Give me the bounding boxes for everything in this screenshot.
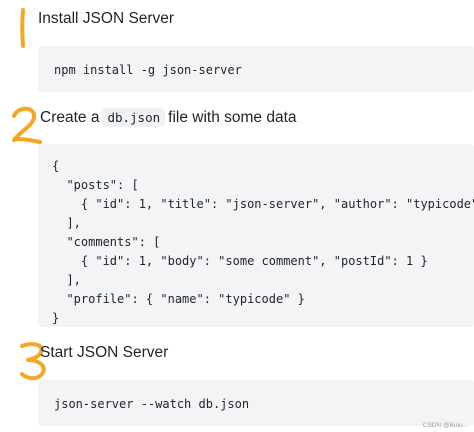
code-line: { "id": 1, "title": "json-server", "auth… — [52, 197, 474, 211]
code-line: "posts": [ — [52, 178, 139, 192]
code-line: "comments": [ — [52, 235, 161, 249]
code-line: { — [52, 159, 60, 173]
step-2-title-after: file with some data — [168, 109, 297, 126]
db-json-code-block[interactable]: { "posts": [ { "id": 1, "title": "json-s… — [38, 144, 474, 327]
step-3-title: Start JSON Server — [40, 344, 169, 361]
code-line: { "id": 1, "body": "some comment", "post… — [52, 254, 428, 268]
install-command: npm install -g json-server — [54, 63, 242, 77]
handwritten-number-2-icon — [12, 106, 42, 144]
start-code-block[interactable]: json-server --watch db.json — [38, 380, 474, 426]
code-line: "profile": { "name": "typicode" } — [52, 292, 305, 306]
step-1-title: Install JSON Server — [38, 10, 175, 27]
handwritten-number-1-icon — [20, 8, 25, 48]
code-line: } — [52, 311, 60, 325]
start-command: json-server --watch db.json — [54, 397, 250, 411]
step-2-title-before: Create a — [40, 109, 100, 126]
install-code-block[interactable]: npm install -g json-server — [38, 46, 474, 92]
step-2-title: Create a db.json file with some data — [40, 108, 297, 127]
db-json-inline-code: db.json — [102, 108, 166, 127]
code-line: ], — [52, 273, 81, 287]
code-line: ], — [52, 216, 81, 230]
watermark: CSDN @Bulu... — [422, 422, 468, 429]
